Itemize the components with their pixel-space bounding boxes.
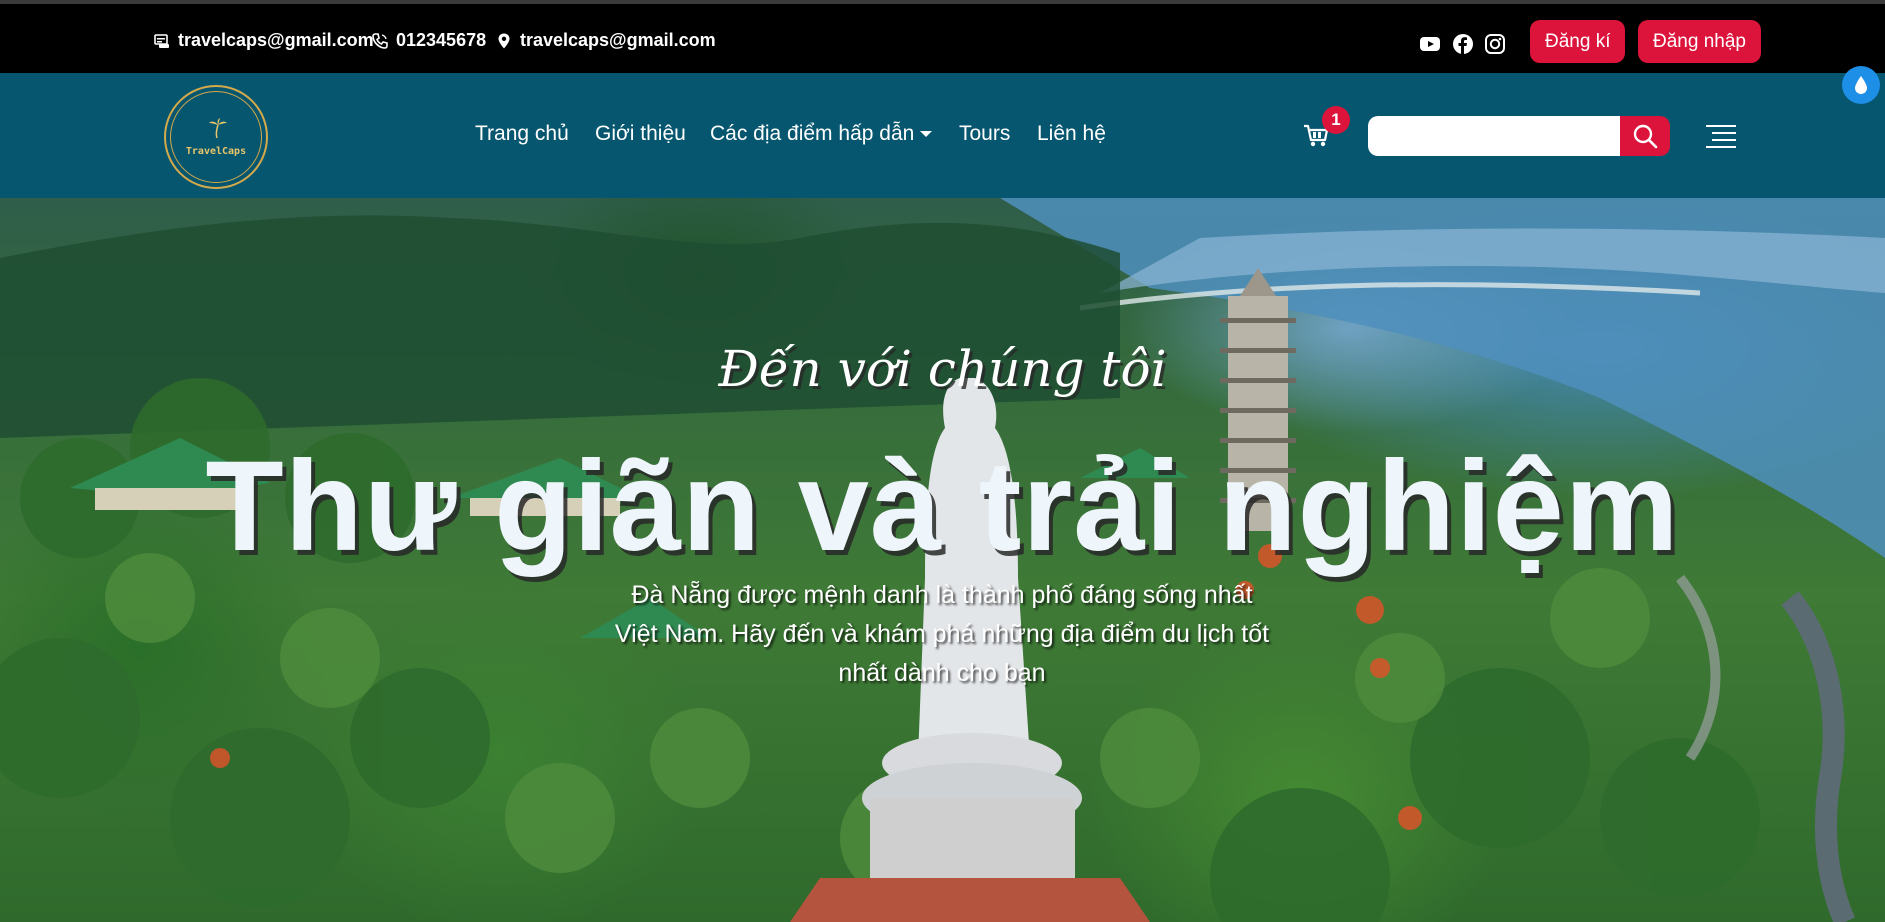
contact-phone-text: 012345678 xyxy=(396,30,487,50)
contact-address[interactable]: travelcaps@gmail.com xyxy=(495,30,716,51)
search-button[interactable] xyxy=(1620,116,1670,156)
contact-address-text: travelcaps@gmail.com xyxy=(520,30,716,50)
nav-home[interactable]: Trang chủ xyxy=(475,122,569,146)
hero-banner: Đến với chúng tôi Thư giãn và trải nghiệ… xyxy=(0,198,1885,922)
register-button[interactable]: Đăng kí xyxy=(1530,20,1626,63)
site-logo[interactable]: TravelCaps xyxy=(164,85,268,189)
caret-down-icon xyxy=(920,131,933,137)
menu-toggle-icon[interactable] xyxy=(1706,125,1736,149)
youtube-icon[interactable] xyxy=(1419,33,1441,55)
instagram-icon[interactable] xyxy=(1484,33,1506,55)
palm-tree-icon xyxy=(209,118,227,139)
nav-attractions-label: Các địa điểm hấp dẫn xyxy=(710,122,915,145)
search-input[interactable] xyxy=(1368,116,1620,156)
nav-tours[interactable]: Tours xyxy=(959,122,1010,146)
cart-count-badge: 1 xyxy=(1322,106,1350,134)
hero-script-title: Đến với chúng tôi xyxy=(718,340,1167,398)
theme-toggle-button[interactable] xyxy=(1842,66,1880,104)
address-card-icon xyxy=(153,32,171,50)
login-button[interactable]: Đăng nhập xyxy=(1638,20,1761,63)
contact-email[interactable]: travelcaps@gmail.com xyxy=(153,30,374,51)
map-marker-icon xyxy=(495,32,513,50)
main-navbar: TravelCaps Trang chủ Giới thiệu Các địa … xyxy=(0,73,1885,198)
nav-contact[interactable]: Liên hệ xyxy=(1037,122,1106,146)
water-drop-icon xyxy=(1855,76,1867,94)
contact-phone[interactable]: 012345678 xyxy=(371,30,486,51)
hero-title: Thư giãn và trải nghiệm xyxy=(205,435,1680,578)
search-icon xyxy=(1633,124,1658,149)
top-bar: travelcaps@gmail.com 012345678 travelcap… xyxy=(0,0,1885,73)
facebook-icon[interactable] xyxy=(1452,33,1474,55)
phone-icon xyxy=(371,32,389,50)
nav-about[interactable]: Giới thiệu xyxy=(595,122,686,146)
logo-text: TravelCaps xyxy=(185,146,247,157)
hero-description: Đà Nẵng được mệnh danh là thành phố đáng… xyxy=(614,581,1270,687)
contact-email-text: travelcaps@gmail.com xyxy=(178,30,374,50)
nav-attractions[interactable]: Các địa điểm hấp dẫn xyxy=(710,122,933,146)
